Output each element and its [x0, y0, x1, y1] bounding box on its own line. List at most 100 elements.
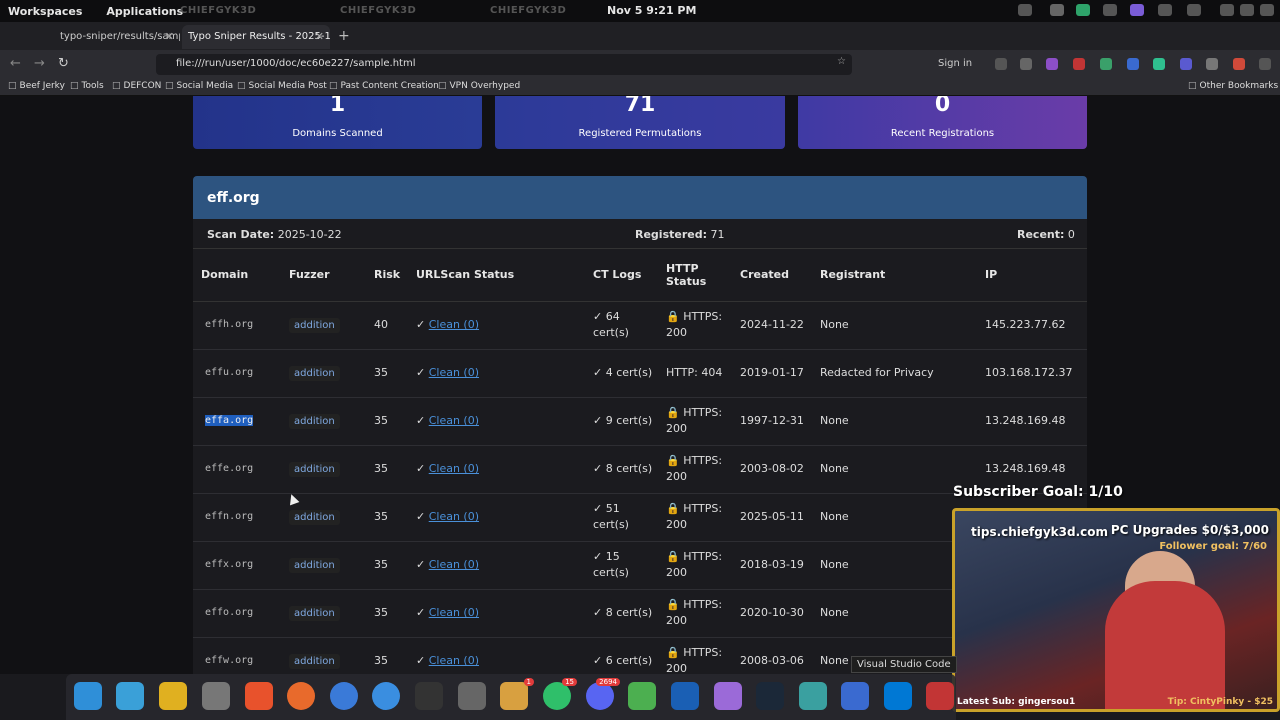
column-header[interactable]: Fuzzer [281, 249, 366, 302]
urlscan-link[interactable]: Clean (0) [429, 366, 479, 379]
url-bar[interactable]: file:///run/user/1000/doc/ec60e227/sampl… [156, 54, 852, 75]
sign-in-button[interactable]: Sign in [938, 58, 972, 69]
tray-icon[interactable] [1076, 4, 1090, 16]
bookmark-folder[interactable]: Past Content Creation [329, 81, 439, 91]
thunderbird-icon[interactable] [330, 682, 358, 710]
domain-cell[interactable]: effn.org [193, 493, 281, 542]
power-icon[interactable] [1260, 4, 1274, 16]
brave-icon[interactable] [245, 682, 273, 710]
stat-value: 1 [329, 96, 346, 114]
bookmark-folder[interactable]: Social Media Post [237, 81, 327, 91]
tray-icon[interactable] [1187, 4, 1201, 16]
files-app-icon[interactable] [116, 682, 144, 710]
tab-github[interactable]: typo-sniper/results/sample ✕ [30, 25, 180, 49]
app-icon[interactable] [841, 682, 869, 710]
urlscan-link[interactable]: Clean (0) [429, 510, 479, 523]
bookmark-folder[interactable]: VPN Overhyped [438, 81, 521, 91]
domain-cell[interactable]: effo.org [193, 589, 281, 638]
ip-cell: 145.223.77.62 [977, 301, 1087, 350]
app-grid-icon[interactable] [159, 682, 187, 710]
menu-icon[interactable] [1259, 58, 1271, 70]
clock[interactable]: Nov 5 9:21 PM [607, 4, 696, 17]
bookmark-folder[interactable]: Social Media [165, 81, 234, 91]
tray-icon[interactable] [1220, 4, 1234, 16]
column-header[interactable]: URLScan Status [408, 249, 585, 302]
close-icon[interactable]: ✕ [165, 30, 174, 43]
back-icon[interactable]: ← [10, 56, 21, 71]
bookmark-folder[interactable]: DEFCON [112, 81, 162, 91]
column-header[interactable]: HTTP Status [658, 249, 732, 302]
domain-cell[interactable]: effw.org [193, 637, 281, 674]
stat-card-recent: 0 Recent Registrations [798, 96, 1087, 149]
column-header[interactable]: IP [977, 249, 1087, 302]
column-header[interactable]: CT Logs [585, 249, 658, 302]
domain-cell[interactable]: effe.org [193, 445, 281, 494]
domain-cell[interactable]: effu.org [193, 349, 281, 398]
app-icon[interactable]: 15 [543, 678, 577, 710]
fuzzer-badge: addition [289, 557, 340, 573]
steam-icon[interactable] [756, 682, 784, 710]
bitwarden-icon[interactable] [671, 682, 699, 710]
obsidian-icon[interactable] [714, 682, 742, 710]
tray-icon[interactable] [1050, 4, 1064, 16]
file-manager-icon[interactable] [202, 682, 230, 710]
stat-value: 0 [934, 96, 951, 114]
urlscan-link[interactable]: Clean (0) [429, 462, 479, 475]
other-bookmarks[interactable]: Other Bookmarks [1188, 81, 1279, 91]
extension-icon[interactable] [1180, 58, 1192, 70]
fuzzer-badge: addition [289, 653, 340, 669]
tab-typo-sniper[interactable]: Typo Sniper Results - 2025-10-2 ✕ [182, 25, 330, 49]
extension-icon[interactable] [1153, 58, 1165, 70]
volume-icon[interactable] [1240, 4, 1254, 16]
app-icon[interactable] [926, 682, 954, 710]
forward-icon[interactable]: → [34, 56, 45, 71]
search-app-icon[interactable] [74, 682, 102, 710]
extensions-menu-icon[interactable] [1206, 58, 1218, 70]
extension-icon[interactable] [995, 58, 1007, 70]
urlscan-link[interactable]: Clean (0) [429, 558, 479, 571]
app-icon[interactable]: 1 [500, 678, 534, 710]
workspaces-menu[interactable]: Workspaces [8, 5, 82, 18]
new-tab-icon[interactable]: + [338, 28, 350, 44]
chrome-icon[interactable] [372, 682, 400, 710]
tray-icon[interactable] [1103, 4, 1117, 16]
streamer-body [1105, 581, 1225, 709]
tray-icon[interactable] [1130, 4, 1144, 16]
extension-icon[interactable] [1100, 58, 1112, 70]
extension-icon[interactable] [1073, 58, 1085, 70]
urlscan-link[interactable]: Clean (0) [429, 414, 479, 427]
tray-icon[interactable] [1018, 4, 1032, 16]
vscode-icon[interactable] [884, 682, 912, 710]
discord-icon[interactable]: 2694 [586, 678, 620, 710]
tray-icon[interactable] [1158, 4, 1172, 16]
settings-icon[interactable] [458, 682, 486, 710]
registered-count: 71 [710, 228, 725, 241]
urlscan-link[interactable]: Clean (0) [429, 654, 479, 667]
app-icon[interactable] [628, 682, 656, 710]
column-header[interactable]: Domain [193, 249, 281, 302]
domain-text: effa.org [205, 415, 254, 426]
close-icon[interactable]: ✕ [315, 30, 324, 43]
urlscan-link[interactable]: Clean (0) [429, 606, 479, 619]
reload-icon[interactable]: ↻ [58, 56, 69, 71]
extension-icon[interactable] [1046, 58, 1058, 70]
domain-cell[interactable]: effh.org [193, 301, 281, 350]
firefox-icon[interactable] [287, 682, 315, 710]
column-header[interactable]: Created [732, 249, 812, 302]
domain-cell[interactable]: effa.org [193, 397, 281, 446]
urlscan-link[interactable]: Clean (0) [429, 318, 479, 331]
extension-icon[interactable] [1233, 58, 1245, 70]
domain-cell[interactable]: effx.org [193, 541, 281, 590]
column-header[interactable]: Risk [366, 249, 408, 302]
column-header[interactable]: Registrant [812, 249, 977, 302]
bookmark-folder[interactable]: Tools [70, 81, 104, 91]
bookmark-star-icon[interactable]: ☆ [837, 56, 846, 67]
bookmark-folder[interactable]: Beef Jerky [8, 81, 65, 91]
applications-menu[interactable]: Applications [106, 5, 183, 18]
extension-icon[interactable] [1020, 58, 1032, 70]
ct-logs-cell: ✓ 8 cert(s) [585, 589, 658, 638]
terminal-icon[interactable] [415, 682, 443, 710]
extension-icon[interactable] [1127, 58, 1139, 70]
app-icon[interactable] [799, 682, 827, 710]
ct-logs-cell: ✓ 4 cert(s) [585, 349, 658, 398]
